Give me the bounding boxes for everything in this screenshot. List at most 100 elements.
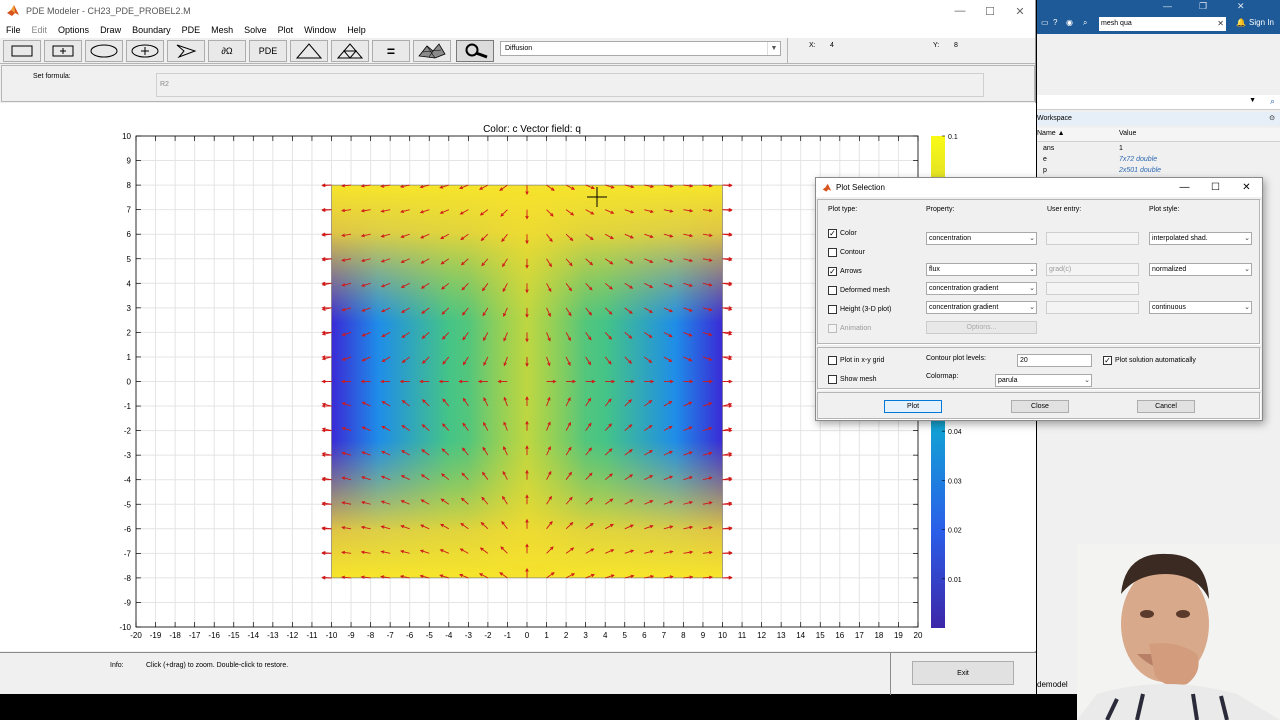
contour-checkbox[interactable] [828, 248, 837, 257]
ellipse-center-icon [131, 44, 159, 58]
height-property-select[interactable]: concentration gradient ⌄ [926, 301, 1037, 314]
x-tick-label: -20 [130, 631, 142, 640]
plot-button[interactable]: Plot [884, 400, 942, 413]
bell-icon[interactable]: 🔔 [1236, 18, 1246, 27]
colormap-select[interactable]: parula ⌄ [995, 374, 1092, 387]
show-mesh-checkbox[interactable] [828, 375, 837, 384]
height-style-select[interactable]: continuous ⌄ [1149, 301, 1252, 314]
rectangle-tool-button[interactable] [3, 40, 41, 62]
cancel-button[interactable]: Cancel [1137, 400, 1195, 413]
menu-boundary[interactable]: Boundary [132, 25, 171, 35]
x-tick-label: 14 [796, 631, 805, 640]
ml-maximize-icon[interactable]: ❐ [1199, 1, 1207, 12]
menu-pde[interactable]: PDE [182, 25, 201, 35]
menu-window[interactable]: Window [304, 25, 336, 35]
x-tick-label: 3 [583, 631, 588, 640]
sign-in-link[interactable]: Sign In [1249, 18, 1274, 27]
application-value: Diffusion [505, 45, 533, 52]
deformed-mesh-user-entry[interactable] [1046, 282, 1139, 295]
menu-help[interactable]: Help [347, 25, 366, 35]
dialog-close-icon[interactable]: ✕ [1231, 178, 1262, 197]
arrows-user-entry[interactable]: grad(c) [1046, 263, 1139, 276]
plot-3d-button[interactable] [413, 40, 451, 62]
menu-bar: File Edit Options Draw Boundary PDE Mesh… [0, 22, 1035, 38]
menu-solve[interactable]: Solve [244, 25, 267, 35]
deformed-mesh-checkbox[interactable] [828, 286, 837, 295]
maximize-icon[interactable]: ☐ [975, 0, 1005, 22]
ml-minimize-icon[interactable]: — [1163, 1, 1172, 11]
documentation-search-input[interactable]: mesh qua ✕ [1099, 17, 1226, 31]
close-button[interactable]: Close [1011, 400, 1069, 413]
height-checkbox[interactable] [828, 305, 837, 314]
color-property-select[interactable]: concentration ⌄ [926, 232, 1037, 245]
layout-icon[interactable]: ▭ [1041, 18, 1049, 27]
chevron-down-icon: ⌄ [1029, 266, 1035, 273]
minimize-icon[interactable]: — [945, 0, 975, 22]
surface-plot-icon [418, 43, 446, 59]
dialog-minimize-icon[interactable]: — [1169, 178, 1200, 197]
plot-selection-dialog: Plot Selection — ☐ ✕ Plot type: Property… [815, 177, 1263, 421]
folder-search-icon[interactable]: ⌕ [1270, 96, 1275, 107]
exit-button[interactable]: Exit [912, 661, 1014, 685]
refine-mesh-button[interactable] [331, 40, 369, 62]
pde-spec-button[interactable]: PDE [249, 40, 287, 62]
coordinate-readout: X: 4 Y: 8 [787, 38, 1036, 64]
close-icon[interactable]: ✕ [1005, 0, 1035, 22]
rectangle-center-tool-button[interactable] [44, 40, 82, 62]
arrows-style-select[interactable]: normalized ⌄ [1149, 263, 1252, 276]
zoom-button[interactable] [456, 40, 494, 62]
x-tick-label: -13 [267, 631, 279, 640]
color-style-select[interactable]: interpolated shad. ⌄ [1149, 232, 1252, 245]
set-formula-field[interactable]: R2 [156, 73, 984, 97]
deformed-mesh-property-select[interactable]: concentration gradient ⌄ [926, 282, 1037, 295]
col-value[interactable]: Value [1119, 130, 1136, 137]
animation-options-button[interactable]: Options... [926, 321, 1037, 334]
dialog-maximize-icon[interactable]: ☐ [1200, 178, 1231, 197]
col-name[interactable]: Name ▲ [1037, 130, 1065, 137]
application-select[interactable]: Diffusion ▼ [500, 41, 781, 56]
arrows-property-select[interactable]: flux ⌄ [926, 263, 1037, 276]
solve-button[interactable]: = [372, 40, 410, 62]
chevron-down-icon: ⌄ [1029, 304, 1035, 311]
arrows-checkbox[interactable]: ✓ [828, 267, 837, 276]
color-user-entry[interactable] [1046, 232, 1139, 245]
search-icon[interactable]: ⌕ [1083, 18, 1087, 28]
user-entry-header: User entry: [1047, 206, 1082, 213]
color-checkbox[interactable]: ✓ [828, 229, 837, 238]
init-mesh-button[interactable] [290, 40, 328, 62]
workspace-menu-icon[interactable]: ⊙ [1269, 112, 1275, 126]
workspace-row[interactable]: ans 1 [1037, 145, 1280, 156]
y-tick-label: -4 [124, 476, 132, 485]
menu-edit[interactable]: Edit [32, 25, 48, 35]
menu-options[interactable]: Options [58, 25, 89, 35]
x-coord-value: 4 [830, 42, 834, 49]
current-folder-bar[interactable]: ▼ ⌕ [1037, 95, 1280, 110]
y-tick-label: -1 [124, 402, 132, 411]
plot-auto-checkbox[interactable]: ✓ [1103, 356, 1112, 365]
path-dropdown-icon[interactable]: ▼ [1249, 97, 1256, 104]
y-tick-label: 6 [127, 230, 132, 239]
ellipse-tool-button[interactable] [85, 40, 123, 62]
editor-tab-label[interactable]: demodel [1037, 680, 1068, 689]
menu-plot[interactable]: Plot [278, 25, 294, 35]
ellipse-center-tool-button[interactable] [126, 40, 164, 62]
help-icon[interactable]: ? [1053, 18, 1057, 27]
window-title: PDE Modeler - CH23_PDE_PROBEL2.M [26, 6, 191, 16]
animation-checkbox[interactable] [828, 324, 837, 333]
community-icon[interactable]: ◉ [1066, 18, 1073, 27]
matlab-toolstrip: — ❐ ✕ ▭ ? ◉ ⌕ mesh qua ✕ 🔔 Sign In [1037, 0, 1280, 34]
y-tick-label: 1 [127, 353, 132, 362]
menu-mesh[interactable]: Mesh [211, 25, 233, 35]
polygon-tool-button[interactable] [167, 40, 205, 62]
plot-in-grid-checkbox[interactable] [828, 356, 837, 365]
workspace-row[interactable]: e 7x72 double [1037, 156, 1280, 167]
contour-levels-input[interactable]: 20 [1017, 354, 1092, 367]
x-tick-label: -12 [287, 631, 299, 640]
menu-draw[interactable]: Draw [100, 25, 121, 35]
boundary-mode-button[interactable]: ∂Ω [208, 40, 246, 62]
ml-close-icon[interactable]: ✕ [1237, 1, 1245, 12]
height-user-entry[interactable] [1046, 301, 1139, 314]
info-text: Click (+drag) to zoom. Double-click to r… [146, 662, 289, 669]
clear-search-icon[interactable]: ✕ [1217, 17, 1224, 31]
menu-file[interactable]: File [6, 25, 21, 35]
